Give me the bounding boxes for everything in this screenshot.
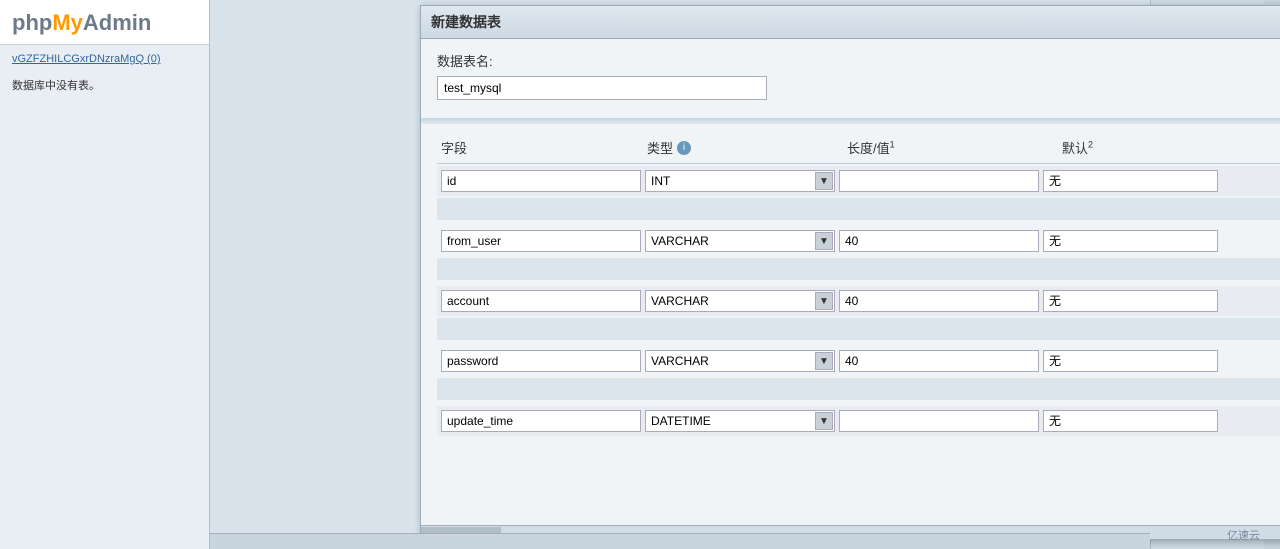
columns-header: 字段 类型 i 长度/值1 默认2 — [437, 132, 1280, 164]
logo-php: php — [12, 10, 52, 35]
field-main-row-0: INT VARCHAR DATETIME TEXT ▼ 无 NULL CURRE… — [437, 166, 1280, 196]
field-name-input-3[interactable] — [441, 350, 641, 372]
header-default: 默认2 — [1062, 138, 1242, 157]
logo-admin: Admin — [83, 10, 151, 35]
default-select-wrap-4: 无 NULL CURRENT_TIMESTAMP — [1043, 410, 1218, 432]
default-select-1[interactable]: 无 NULL — [1043, 230, 1218, 252]
dialog-body: 数据表名: 字段 类型 i 长度/值1 默认2 — [421, 39, 1280, 537]
type-select-wrap-2: VARCHAR INT DATETIME TEXT ▼ — [645, 290, 835, 312]
field-main-row-2: VARCHAR INT DATETIME TEXT ▼ 无 NULL — [437, 286, 1280, 316]
header-field: 字段 — [437, 138, 647, 157]
new-table-dialog: 新建数据表 × 数据表名: 字段 类型 i 长度/值1 默 — [420, 5, 1280, 540]
logo-area: phpMyAdmin — [0, 0, 209, 45]
field-row-1: VARCHAR INT DATETIME TEXT ▼ 无 NULL — [437, 226, 1280, 280]
field-row-2: VARCHAR INT DATETIME TEXT ▼ 无 NULL — [437, 286, 1280, 340]
db-link[interactable]: vGZFZHILCGxrDNzraMgQ (0) — [0, 45, 209, 73]
type-select-0[interactable]: INT VARCHAR DATETIME TEXT — [645, 170, 835, 192]
logo-my: My — [52, 10, 83, 35]
type-select-wrap-3: VARCHAR INT DATETIME TEXT ▼ — [645, 350, 835, 372]
type-info-icon[interactable]: i — [677, 141, 691, 155]
extra-row-1 — [437, 258, 1280, 280]
type-select-1[interactable]: VARCHAR INT DATETIME TEXT — [645, 230, 835, 252]
default-select-wrap-2: 无 NULL — [1043, 290, 1218, 312]
type-select-wrap-0: INT VARCHAR DATETIME TEXT ▼ — [645, 170, 835, 192]
default-select-wrap-0: 无 NULL CURRENT_TIMESTAMP — [1043, 170, 1218, 192]
dialog-titlebar: 新建数据表 × — [421, 6, 1280, 39]
field-main-row-3: VARCHAR INT DATETIME TEXT ▼ 无 NULL — [437, 346, 1280, 376]
header-length: 长度/值1 — [847, 138, 1062, 157]
extra-row-3 — [437, 378, 1280, 400]
separator — [421, 118, 1280, 124]
table-name-label: 数据表名: — [437, 51, 1280, 70]
field-row-4: DATETIME INT VARCHAR TEXT ▼ 无 NULL CURRE… — [437, 406, 1280, 436]
default-select-0[interactable]: 无 NULL CURRENT_TIMESTAMP — [1043, 170, 1218, 192]
length-input-3[interactable] — [839, 350, 1039, 372]
db-info: 数据库中没有表。 — [0, 73, 209, 97]
default-select-2[interactable]: 无 NULL — [1043, 290, 1218, 312]
header-type: 类型 i — [647, 138, 847, 157]
table-name-section: 数据表名: — [437, 51, 1280, 110]
default-select-3[interactable]: 无 NULL — [1043, 350, 1218, 372]
default-select-wrap-3: 无 NULL — [1043, 350, 1218, 372]
main-area: 执行 新建数据表 × 数据表名: 字段 类型 i 长度/值1 — [210, 0, 1280, 549]
default-select-4[interactable]: 无 NULL CURRENT_TIMESTAMP — [1043, 410, 1218, 432]
logo: phpMyAdmin — [12, 10, 197, 36]
field-main-row-4: DATETIME INT VARCHAR TEXT ▼ 无 NULL CURRE… — [437, 406, 1280, 436]
field-name-input-0[interactable] — [441, 170, 641, 192]
default-select-wrap-1: 无 NULL — [1043, 230, 1218, 252]
table-name-input[interactable] — [437, 76, 767, 100]
type-select-wrap-4: DATETIME INT VARCHAR TEXT ▼ — [645, 410, 835, 432]
field-name-input-1[interactable] — [441, 230, 641, 252]
field-row-3: VARCHAR INT DATETIME TEXT ▼ 无 NULL — [437, 346, 1280, 400]
extra-row-0 — [437, 198, 1280, 220]
length-input-2[interactable] — [839, 290, 1039, 312]
type-select-4[interactable]: DATETIME INT VARCHAR TEXT — [645, 410, 835, 432]
extra-row-2 — [437, 318, 1280, 340]
length-input-4[interactable] — [839, 410, 1039, 432]
field-row-0: INT VARCHAR DATETIME TEXT ▼ 无 NULL CURRE… — [437, 166, 1280, 220]
sidebar: phpMyAdmin vGZFZHILCGxrDNzraMgQ (0) 数据库中… — [0, 0, 210, 549]
field-name-input-4[interactable] — [441, 410, 641, 432]
length-input-1[interactable] — [839, 230, 1039, 252]
type-select-2[interactable]: VARCHAR INT DATETIME TEXT — [645, 290, 835, 312]
length-input-0[interactable] — [839, 170, 1039, 192]
watermark: 亿速云 — [1227, 527, 1260, 543]
type-select-wrap-1: VARCHAR INT DATETIME TEXT ▼ — [645, 230, 835, 252]
type-select-3[interactable]: VARCHAR INT DATETIME TEXT — [645, 350, 835, 372]
field-main-row-1: VARCHAR INT DATETIME TEXT ▼ 无 NULL — [437, 226, 1280, 256]
field-name-input-2[interactable] — [441, 290, 641, 312]
main-hscrollbar[interactable] — [210, 533, 1150, 549]
dialog-title: 新建数据表 — [431, 12, 501, 32]
